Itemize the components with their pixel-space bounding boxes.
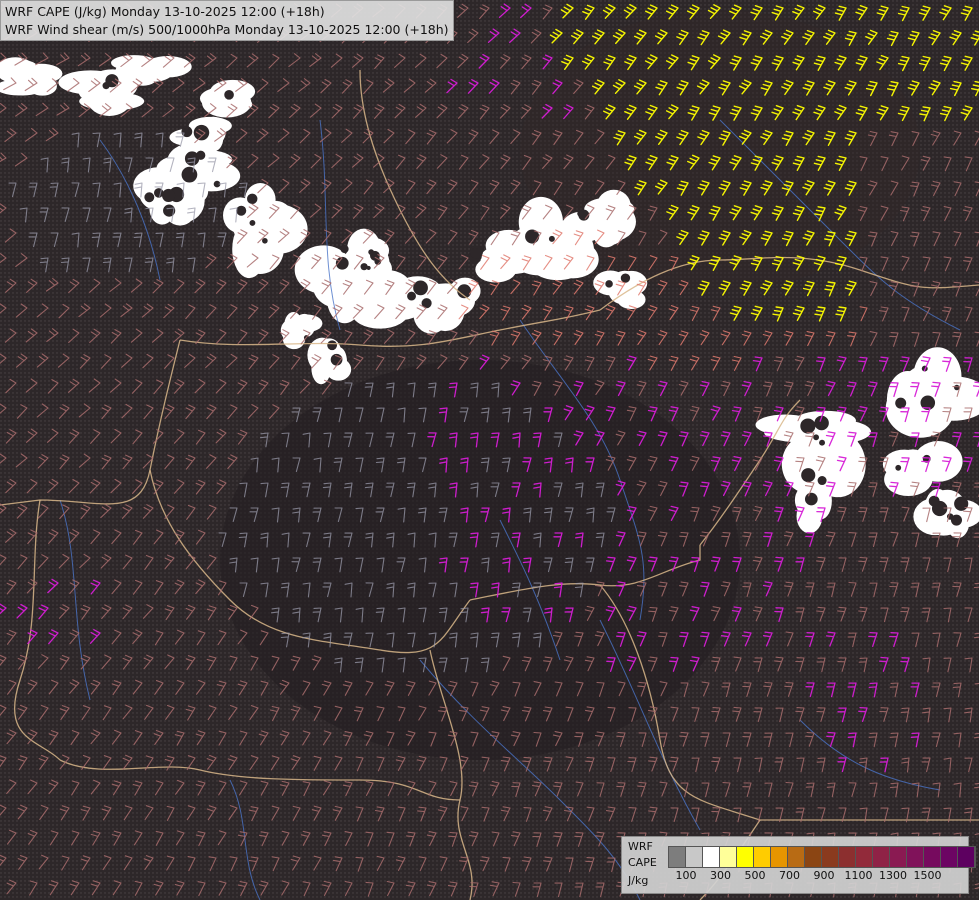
legend-swatch	[924, 847, 941, 867]
cloud-gap	[817, 475, 827, 486]
legend-swatch	[941, 847, 958, 867]
weather-map-stage: WRF CAPE (J/kg) Monday 13-10-2025 12:00 …	[0, 0, 979, 900]
cloud-gap	[820, 425, 825, 430]
cloud-gap	[950, 514, 963, 526]
legend-swatch	[839, 847, 856, 867]
cloud-patch	[19, 63, 63, 84]
cloud-gap	[469, 245, 483, 259]
cloud-gap	[161, 188, 176, 202]
cloud-gap	[193, 124, 210, 141]
cloud-gap	[895, 397, 907, 409]
cloud-patch	[891, 450, 929, 477]
legend-tick-label: 1100	[844, 869, 873, 882]
cloud-gap	[236, 205, 247, 216]
legend-swatch	[890, 847, 907, 867]
cloud-patch	[244, 209, 278, 230]
legend-title-unit: J/kg	[628, 874, 649, 887]
legend-swatch	[788, 847, 805, 867]
legend-swatch	[703, 847, 720, 867]
cloud-gap	[895, 464, 902, 471]
cloud-gap	[548, 235, 555, 242]
cloud-gap	[262, 237, 268, 244]
legend-swatch	[754, 847, 771, 867]
wind-shear-cape-map	[0, 0, 979, 900]
legend-tick-label: 300	[710, 869, 731, 882]
legend-tick-label: 100	[675, 869, 697, 882]
legend-title-wrf: WRF	[628, 840, 653, 853]
cloud-gap	[605, 280, 613, 288]
cloud-gap	[954, 496, 969, 511]
cloud-gap	[181, 166, 198, 183]
cape-title: WRF CAPE (J/kg) Monday 13-10-2025 12:00 …	[5, 4, 325, 19]
cloud-gap	[801, 468, 816, 483]
cloud-gap	[819, 439, 826, 446]
cloud-gap	[800, 418, 816, 434]
legend-tick-label: 1300	[879, 869, 907, 882]
cloud-gap	[196, 150, 206, 160]
cloud-gap	[153, 188, 164, 198]
cloud-gap	[804, 492, 818, 506]
legend-tick-label: 900	[813, 869, 835, 882]
wind-shear-title: WRF Wind shear (m/s) 500/1000hPa Monday …	[5, 22, 449, 37]
cloud-gap	[249, 219, 256, 226]
legend-swatch	[856, 847, 873, 867]
map-title-box: WRF CAPE (J/kg) Monday 13-10-2025 12:00 …	[0, 0, 454, 41]
cloud-gap	[247, 193, 258, 205]
legend-title-cape: CAPE	[628, 856, 657, 869]
cloud-gap	[577, 210, 584, 217]
legend-swatch	[907, 847, 924, 867]
legend-swatch	[958, 847, 975, 867]
cloud-gap	[144, 192, 155, 203]
legend-swatch	[771, 847, 788, 867]
cloud-gap	[407, 291, 416, 301]
legend-swatch	[669, 847, 686, 867]
cloud-gap	[360, 263, 368, 271]
legend-tick-label: 1500	[913, 869, 942, 882]
cloud-gap	[340, 244, 349, 254]
legend-swatch	[686, 847, 703, 867]
cloud-patch	[291, 314, 323, 333]
cloud-gap	[105, 74, 119, 88]
legend-swatch	[805, 847, 822, 867]
cloud-gap	[327, 340, 338, 351]
cloud-gap	[813, 434, 819, 441]
legend-color-scale	[668, 846, 976, 868]
cape-low-zone	[220, 360, 740, 760]
cloud-gap	[368, 249, 375, 256]
cloud-gap	[928, 495, 940, 507]
cloud-patch	[600, 281, 632, 297]
legend-swatch	[737, 847, 754, 867]
cloud-gap	[224, 90, 234, 100]
legend-swatch	[720, 847, 737, 867]
cloud-patch	[118, 59, 154, 78]
legend-tick-label: 700	[779, 869, 800, 882]
cloud-gap	[620, 273, 631, 283]
legend-swatch	[873, 847, 890, 867]
legend-tick-label: 500	[744, 869, 766, 882]
cape-legend: WRF CAPE J/kg 100 300 500 700 900 1100 1300 150…	[621, 836, 976, 894]
cloud-gap	[366, 265, 371, 271]
legend-swatch	[822, 847, 839, 867]
